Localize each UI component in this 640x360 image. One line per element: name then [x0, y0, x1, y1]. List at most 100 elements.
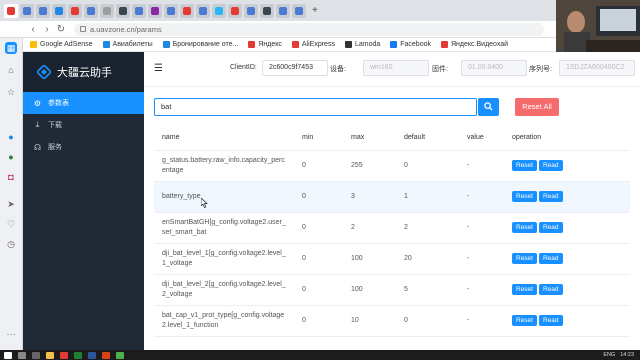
new-tab-icon[interactable]: + — [312, 5, 318, 16]
read-button[interactable]: Read — [538, 160, 563, 171]
bookmark-item[interactable]: Facebook — [390, 41, 431, 48]
browser-tab[interactable] — [100, 3, 114, 18]
table-header-row: name min max default value operation — [154, 125, 630, 151]
tray-lang[interactable]: ENG — [603, 352, 615, 358]
app-taskbar-icon[interactable] — [102, 351, 110, 359]
back-icon[interactable]: ‹ — [26, 24, 40, 35]
instagram-icon[interactable]: ◘ — [5, 171, 17, 183]
bookmark-item[interactable]: Google AdSense — [30, 41, 93, 48]
tab-favicon-icon — [103, 6, 111, 15]
start-icon[interactable] — [4, 351, 12, 359]
heart-icon[interactable]: ♡ — [5, 218, 17, 230]
tab-favicon-icon — [39, 6, 47, 15]
send-icon[interactable]: ➤ — [5, 198, 17, 210]
browser-tab[interactable] — [148, 3, 162, 18]
more-icon[interactable]: ··· — [5, 328, 17, 340]
cell-value: - — [459, 243, 504, 275]
read-button[interactable]: Read — [538, 253, 563, 264]
table-row: dji_bat_level_1[g_config.voltage2.level_… — [154, 243, 630, 275]
nav-item[interactable]: ⚙ 参数表 — [23, 92, 144, 114]
history-icon[interactable]: ◷ — [5, 238, 17, 250]
reload-icon[interactable]: ↻ — [54, 24, 68, 35]
browser-tab[interactable] — [116, 3, 130, 18]
cell-name: enSmartBatGH[g_config.voltage2.user_set_… — [154, 212, 294, 244]
nav-item[interactable]: ☊ 服务 — [23, 136, 144, 158]
taskbar: ENG 14:23 — [0, 350, 640, 360]
table-row: enSmartBatGH[g_config.voltage2.user_set_… — [154, 212, 630, 244]
nav-item-label: 下载 — [48, 122, 62, 129]
read-button[interactable]: Read — [538, 315, 563, 326]
browser-tab[interactable] — [196, 3, 210, 18]
browser-tab[interactable] — [36, 3, 50, 18]
bookmark-label: Бронирование оте... — [172, 41, 239, 48]
opera-taskbar-icon[interactable] — [60, 351, 68, 359]
browser-tab[interactable] — [132, 3, 146, 18]
cell-name: battery_type — [154, 181, 294, 213]
url-field[interactable]: a.uavzone.cn/params — [74, 22, 544, 36]
tab-favicon-icon — [183, 6, 191, 15]
browser-tab[interactable] — [84, 3, 98, 18]
cell-min: 0 — [294, 212, 343, 244]
browser-tab[interactable] — [52, 3, 66, 18]
bookmark-item[interactable]: Яндекс — [248, 41, 282, 48]
tab-favicon-icon — [55, 6, 63, 15]
browser-tab[interactable] — [180, 3, 194, 18]
col-operation: operation — [504, 125, 630, 151]
reset-button[interactable]: Reset — [512, 160, 537, 171]
search-taskbar-icon[interactable] — [18, 351, 26, 359]
system-tray: ENG 14:23 — [598, 350, 634, 360]
tab-favicon-icon — [7, 6, 15, 15]
search-input[interactable]: bat — [154, 98, 477, 116]
app-title: 大疆云助手 — [57, 66, 112, 79]
excel-icon[interactable] — [74, 351, 82, 359]
nav-item[interactable]: ⤓ 下载 — [23, 114, 144, 136]
cell-name: dji_bat_level_1[g_config.voltage2.level_… — [154, 243, 294, 275]
star-icon[interactable]: ☆ — [5, 86, 17, 98]
home-icon[interactable]: ⌂ — [5, 64, 17, 76]
bookmark-item[interactable]: Авиабилеты — [102, 41, 153, 48]
browser-tab[interactable] — [260, 3, 274, 18]
explorer-icon[interactable] — [46, 351, 54, 359]
read-button[interactable]: Read — [538, 191, 563, 202]
cell-max: 2 — [343, 212, 396, 244]
chrome-taskbar-icon[interactable] — [116, 351, 124, 359]
browser-tab[interactable] — [212, 3, 226, 18]
cell-value: - — [459, 305, 504, 337]
bookmark-item[interactable]: Бронирование оте... — [162, 41, 239, 48]
messenger-icon[interactable]: ● — [5, 131, 17, 143]
search-button[interactable] — [478, 98, 499, 116]
tab-favicon-icon — [87, 6, 95, 15]
tab-favicon-icon — [295, 6, 303, 15]
browser-tab[interactable] — [228, 3, 242, 18]
taskview-icon[interactable] — [32, 351, 40, 359]
browser-tab[interactable] — [164, 3, 178, 18]
cell-default: 5 — [396, 274, 459, 306]
reset-button[interactable]: Reset — [512, 315, 537, 326]
forward-icon[interactable]: › — [40, 24, 54, 35]
read-button[interactable]: Read — [538, 222, 563, 233]
reset-all-button[interactable]: Reset All — [515, 98, 559, 116]
bookmark-favicon-icon — [441, 41, 448, 48]
reset-button[interactable]: Reset — [512, 191, 537, 202]
table-row: battery_type 0 3 1- Reset Read — [154, 181, 630, 213]
serial-field: 1SDJZA600400C2 — [559, 60, 635, 76]
browser-tab[interactable] — [276, 3, 290, 18]
browser-tab[interactable] — [244, 3, 258, 18]
speed-dial-icon[interactable]: ▦ — [5, 42, 17, 54]
browser-tab[interactable] — [68, 3, 82, 18]
reset-button[interactable]: Reset — [512, 284, 537, 295]
cell-operation: Reset Read — [504, 274, 630, 306]
bookmark-item[interactable]: Lamoda — [344, 41, 380, 48]
whatsapp-icon[interactable]: ● — [5, 151, 17, 163]
browser-tab[interactable] — [4, 3, 18, 18]
bookmark-item[interactable]: Яндекс.Видеохай — [441, 41, 508, 48]
read-button[interactable]: Read — [538, 284, 563, 295]
menu-toggle-icon[interactable]: ☰ — [154, 63, 163, 74]
bookmark-item[interactable]: AliExpress — [291, 41, 335, 48]
browser-tab[interactable] — [20, 3, 34, 18]
reset-button[interactable]: Reset — [512, 222, 537, 233]
browser-tab[interactable] — [292, 3, 306, 18]
reset-button[interactable]: Reset — [512, 253, 537, 264]
client-id-field[interactable]: 2c600c9f7453 — [262, 60, 328, 76]
word-icon[interactable] — [88, 351, 96, 359]
